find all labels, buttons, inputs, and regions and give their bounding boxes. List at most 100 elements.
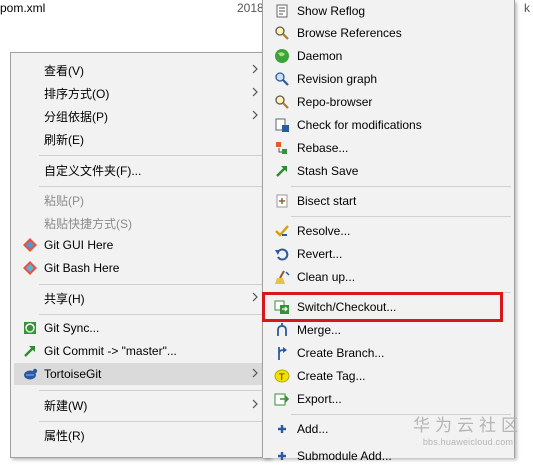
git-commit-icon <box>24 346 35 357</box>
menu-item-label: Merge... <box>297 323 342 337</box>
menu-item-label: Rebase... <box>297 141 349 155</box>
menu-item-label: Git GUI Here <box>44 238 114 252</box>
menu-item-label: Create Branch... <box>297 346 385 360</box>
revert-icon <box>275 248 289 261</box>
resolve-icon <box>275 225 289 237</box>
daemon-globe-icon <box>275 49 289 63</box>
menu-item-label: Stash Save <box>297 164 359 178</box>
menu-item-label: 分组依据(P) <box>44 109 108 124</box>
menu-item-git-bash-here[interactable]: Git Bash Here <box>14 257 266 279</box>
chevron-right-icon <box>252 87 258 97</box>
submenu-item-repo-browser[interactable]: Repo-browser <box>265 91 512 113</box>
menu-item-label: Clean up... <box>297 270 356 284</box>
highlight-box <box>262 292 503 322</box>
submodule-add-icon <box>278 452 286 460</box>
menu-item-label: TortoiseGit <box>44 367 102 381</box>
watermark-title: 华为云社区 <box>413 416 523 435</box>
chevron-right-icon <box>252 292 258 302</box>
submenu-item-rebase[interactable]: Rebase... <box>265 137 512 159</box>
stash-save-icon <box>276 166 287 177</box>
submenu-item-stash-save[interactable]: Stash Save <box>265 160 512 182</box>
menu-item-paste-shortcut: 粘贴快捷方式(S) <box>14 212 266 234</box>
submenu-item-create-tag[interactable]: T Create Tag... <box>265 365 512 387</box>
context-menu: 查看(V) 排序方式(O) 分组依据(P) 刷新(E) 自定义文件夹(F)...… <box>10 52 270 458</box>
menu-item-tortoisegit[interactable]: TortoiseGit <box>14 363 266 385</box>
menu-item-refresh[interactable]: 刷新(E) <box>14 128 266 150</box>
git-bash-icon <box>23 261 37 275</box>
add-icon <box>278 425 286 433</box>
menu-item-git-sync[interactable]: Git Sync... <box>14 317 266 339</box>
file-date: 2018 <box>237 1 264 15</box>
submenu-item-revert[interactable]: Revert... <box>265 243 512 265</box>
submenu-item-export[interactable]: Export... <box>265 388 512 410</box>
menu-separator <box>39 390 266 391</box>
menu-item-label: Git Bash Here <box>44 261 120 275</box>
menu-item-label: Revert... <box>297 247 343 261</box>
menu-item-label: Submodule Add... <box>297 449 392 463</box>
menu-item-label: 自定义文件夹(F)... <box>44 163 142 178</box>
watermark-url: bbs.huaweicloud.com <box>422 437 514 447</box>
menu-item-label: 排序方式(O) <box>44 86 110 101</box>
repo-browser-icon <box>275 95 289 109</box>
menu-item-label: Export... <box>297 392 342 406</box>
menu-item-label: 查看(V) <box>44 63 84 78</box>
create-branch-icon <box>278 347 287 360</box>
menu-item-label: Add... <box>297 422 329 436</box>
submenu-item-submodule-add[interactable]: Submodule Add... <box>265 445 512 467</box>
file-size: k <box>524 1 530 15</box>
menu-item-label: Daemon <box>297 49 343 63</box>
chevron-right-icon <box>252 399 258 409</box>
menu-item-new[interactable]: 新建(W) <box>14 394 266 416</box>
chevron-right-icon <box>252 64 258 74</box>
menu-separator <box>39 421 266 422</box>
submenu-item-show-reflog[interactable]: Show Reflog <box>265 0 512 22</box>
menu-item-label: 粘贴快捷方式(S) <box>44 216 132 231</box>
menu-item-git-gui-here[interactable]: Git GUI Here <box>14 234 266 256</box>
watermark: 华为云社区 bbs.huaweicloud.com <box>413 416 523 448</box>
tortoisegit-icon <box>24 368 38 380</box>
submenu-item-browse-references[interactable]: Browse References <box>265 22 512 44</box>
browse-references-icon <box>275 26 289 40</box>
tortoisegit-submenu: Show Reflog Browse References Daemon Rev… <box>262 0 515 463</box>
check-modifications-icon <box>275 118 289 132</box>
menu-item-properties[interactable]: 属性(R) <box>14 424 266 446</box>
submenu-item-merge[interactable]: Merge... <box>265 319 512 341</box>
menu-item-paste: 粘贴(P) <box>14 189 266 211</box>
git-sync-icon <box>24 322 36 334</box>
menu-item-label: Git Commit -> "master"... <box>44 344 177 358</box>
submenu-item-revision-graph[interactable]: Revision graph <box>265 68 512 90</box>
submenu-item-resolve[interactable]: Resolve... <box>265 220 512 242</box>
merge-icon <box>277 323 287 336</box>
menu-item-view[interactable]: 查看(V) <box>14 59 266 81</box>
menu-item-label: 属性(R) <box>44 428 85 443</box>
menu-separator <box>39 186 266 187</box>
menu-item-label: 共享(H) <box>44 291 85 306</box>
menu-item-customize-folder[interactable]: 自定义文件夹(F)... <box>14 159 266 181</box>
export-icon <box>274 393 290 406</box>
menu-separator <box>291 186 511 187</box>
menu-separator <box>39 314 266 315</box>
menu-item-label: Resolve... <box>297 224 351 238</box>
chevron-right-icon <box>252 368 258 378</box>
file-name[interactable]: pom.xml <box>0 0 45 18</box>
menu-item-label: Show Reflog <box>297 4 366 18</box>
create-tag-icon: T <box>274 369 290 383</box>
menu-item-share[interactable]: 共享(H) <box>14 287 266 309</box>
submenu-item-check-for-modifications[interactable]: Check for modifications <box>265 114 512 136</box>
menu-separator <box>39 155 266 156</box>
revision-graph-icon <box>275 72 289 86</box>
menu-separator <box>291 216 511 217</box>
git-gui-icon <box>23 238 37 252</box>
clean-up-icon <box>275 270 290 284</box>
menu-item-label: Check for modifications <box>297 118 422 132</box>
menu-separator <box>39 284 266 285</box>
menu-item-group-by[interactable]: 分组依据(P) <box>14 105 266 127</box>
menu-item-label: Repo-browser <box>297 95 373 109</box>
menu-item-sort-by[interactable]: 排序方式(O) <box>14 82 266 104</box>
menu-item-label: 新建(W) <box>44 398 88 413</box>
menu-item-git-commit[interactable]: Git Commit -> "master"... <box>14 340 266 362</box>
submenu-item-bisect-start[interactable]: Bisect start <box>265 190 512 212</box>
submenu-item-daemon[interactable]: Daemon <box>265 45 512 67</box>
submenu-item-create-branch[interactable]: Create Branch... <box>265 342 512 364</box>
submenu-item-clean-up[interactable]: Clean up... <box>265 266 512 288</box>
